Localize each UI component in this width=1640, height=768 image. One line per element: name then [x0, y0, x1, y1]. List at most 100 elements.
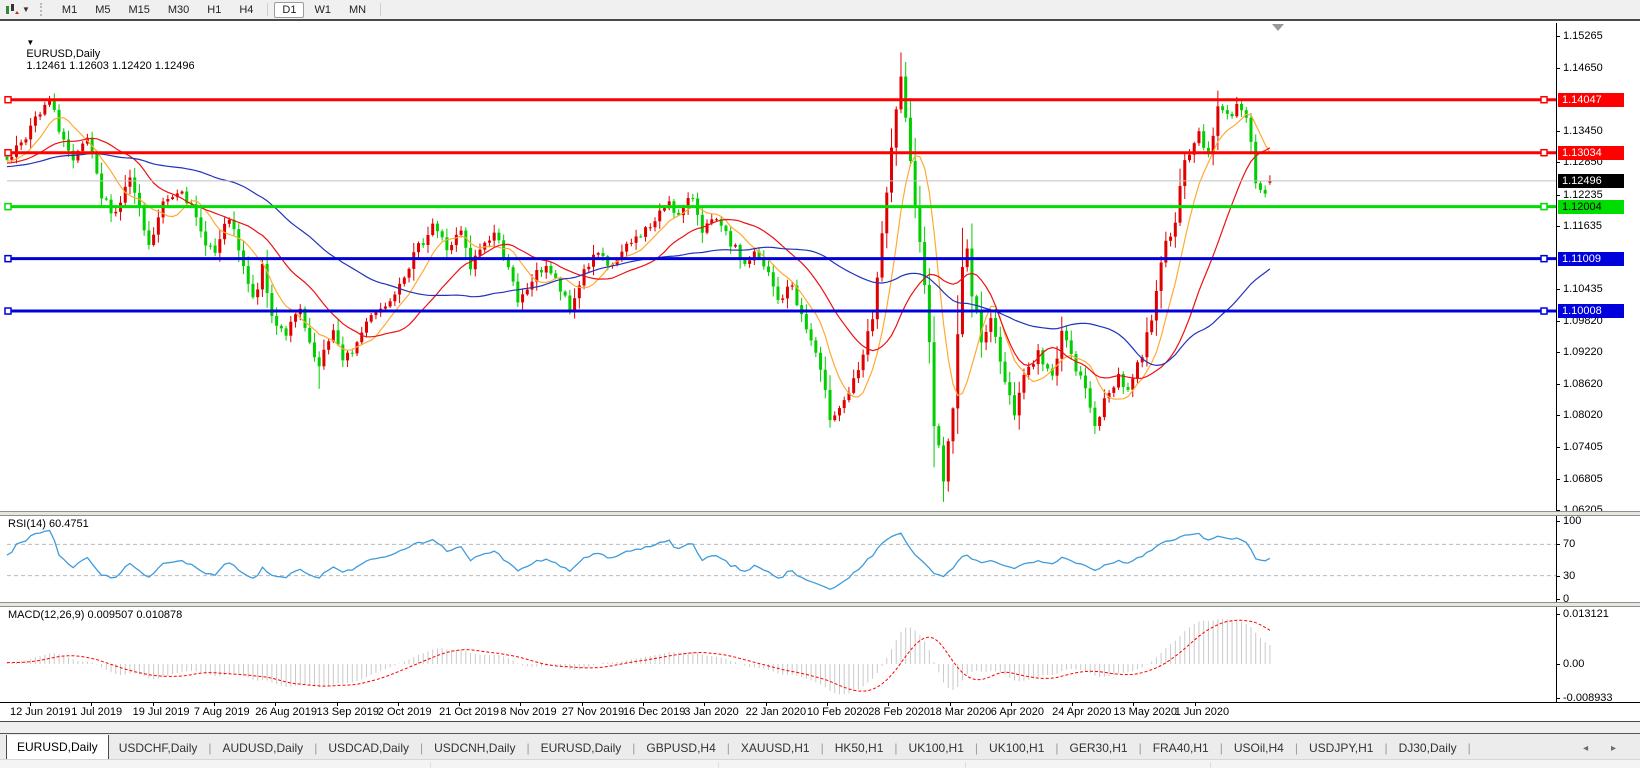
chart-tab-hk50-h1[interactable]: HK50,H1	[825, 737, 894, 760]
price-level-badge[interactable]: 1.12004	[1558, 199, 1624, 214]
price-level-badge[interactable]: 1.10008	[1558, 304, 1624, 319]
date-tick-label: 27 Nov 2019	[561, 706, 625, 718]
strip-mark	[965, 762, 966, 768]
axis-tick-mark	[1556, 697, 1560, 699]
chart-tab-eurusd-daily[interactable]: EURUSD,Daily	[531, 737, 632, 760]
periods-dropdown-icon[interactable]: ▼	[22, 5, 30, 14]
chart-dropdown-icon[interactable]: ▼	[26, 38, 34, 47]
chart-tab-usdcnh-daily[interactable]: USDCNH,Daily	[424, 737, 525, 760]
price-tick-label: 1.15265	[1563, 30, 1603, 42]
price-level-badge[interactable]: 1.14047	[1558, 92, 1624, 107]
timeframe-button-m5[interactable]: M5	[87, 2, 118, 18]
date-tick-label: 8 Nov 2019	[500, 706, 557, 718]
chart-tab-dj30-daily[interactable]: DJ30,Daily	[1389, 737, 1467, 760]
axis-tick-mark	[1556, 478, 1560, 480]
chart-tab-eurusd-daily[interactable]: EURUSD,Daily	[6, 735, 109, 760]
pane-separator-rsi[interactable]	[0, 511, 1640, 516]
price-axis-line	[1556, 23, 1557, 702]
chart-tab-usdcad-daily[interactable]: USDCAD,Daily	[318, 737, 419, 760]
price-level-badge[interactable]: 1.11009	[1558, 251, 1624, 266]
axis-tick-mark	[1556, 599, 1560, 600]
date-axis[interactable]: 12 Jun 2019 1 Jul 2019 19 Jul 2019 7 Aug 20…	[0, 702, 1640, 720]
axis-tick-mark	[1556, 130, 1560, 132]
macd-pane	[6, 618, 1271, 695]
chart-tab-usdjpy-h1[interactable]: USDJPY,H1	[1299, 737, 1383, 760]
axis-tick-mark	[1556, 162, 1560, 164]
timeframe-toolbar: ▼ M1 M5 M15 M30 H1 H4 D1 W1 MN	[0, 0, 1640, 19]
tab-separator: |	[1467, 741, 1471, 755]
pane-separator-macd[interactable]	[0, 602, 1640, 607]
rsi-tick-label: 70	[1563, 538, 1576, 551]
chart-tab-audusd-daily[interactable]: AUDUSD,Daily	[213, 737, 314, 760]
price-tick-label: 1.08620	[1563, 377, 1603, 390]
price-tick-label: 1.14650	[1563, 62, 1603, 75]
chart-plot-area[interactable]	[0, 21, 1640, 721]
price-level-badge[interactable]: 1.13034	[1558, 145, 1624, 160]
timeframe-button-m15[interactable]: M15	[120, 2, 157, 18]
tab-scroll-right-icon[interactable]: ▸	[1611, 743, 1626, 754]
date-tick-label: 16 Dec 2019	[623, 706, 686, 718]
rsi-tick-label: 100	[1563, 515, 1582, 527]
timeframe-button-mn[interactable]: MN	[341, 2, 374, 18]
timeframe-button-m1[interactable]: M1	[54, 2, 85, 18]
macd-label: MACD(12,26,9) 0.009507 0.010878	[8, 609, 183, 621]
price-level-badge[interactable]: 1.12496	[1558, 173, 1624, 188]
price-tick-label: 1.13450	[1563, 124, 1603, 137]
rsi-tick-label: 30	[1563, 569, 1576, 582]
date-tick-label: 6 Apr 2020	[990, 706, 1045, 718]
date-tick-label: 1 Jun 2020	[1174, 706, 1230, 718]
price-tick-label: 1.11635	[1563, 219, 1602, 232]
chart-tab-uk100-h1[interactable]: UK100,H1	[899, 737, 974, 760]
shift-marker-icon	[1272, 24, 1284, 31]
axis-tick-mark	[1556, 415, 1560, 417]
date-tick-label: 7 Aug 2019	[193, 706, 250, 718]
price-tick-label: 1.09220	[1563, 346, 1603, 359]
date-tick-label: 24 Apr 2020	[1052, 706, 1112, 718]
timeframe-button-h4[interactable]: H4	[231, 2, 261, 18]
axis-tick-mark	[1556, 575, 1560, 577]
price-tick-label: 1.08020	[1563, 409, 1603, 422]
date-tick-label: 12 Jun 2019	[10, 706, 71, 718]
axis-tick-mark	[1556, 447, 1560, 449]
strip-mark	[718, 762, 719, 768]
axis-tick-mark	[1556, 614, 1560, 616]
date-tick-label: 10 Feb 2020	[806, 706, 869, 718]
chart-window[interactable]: ▼ EURUSD,Daily 1.12461 1.12603 1.12420 1…	[0, 19, 1640, 722]
price-tick-label: 1.06805	[1563, 472, 1603, 485]
axis-tick-mark	[1556, 68, 1560, 70]
date-tick-label: 21 Oct 2019	[439, 706, 500, 718]
chart-title: ▼ EURUSD,Daily 1.12461 1.12603 1.12420 1…	[8, 24, 194, 84]
macd-tick-label: 0.00	[1563, 658, 1585, 670]
chart-symbol-label: EURUSD,Daily	[26, 48, 101, 60]
date-tick-label: 1 Jul 2019	[71, 706, 123, 718]
axis-tick-mark	[1556, 383, 1560, 385]
chart-tab-ger30-h1[interactable]: GER30,H1	[1060, 737, 1138, 760]
chart-tab-usoil-h4[interactable]: USOil,H4	[1224, 737, 1294, 760]
horizontal-levels	[4, 95, 1556, 315]
timeframe-button-h1[interactable]: H1	[199, 2, 229, 18]
chart-tab-fra40-h1[interactable]: FRA40,H1	[1143, 737, 1219, 760]
macd-tick-label: 0.013121	[1563, 608, 1609, 621]
axis-tick-mark	[1556, 194, 1560, 196]
shift-marker	[1272, 24, 1284, 31]
toolbar-separator	[267, 3, 269, 16]
chart-periods-icon[interactable]	[3, 2, 21, 17]
tab-scroll-arrows: ◂ ▸	[1583, 743, 1626, 760]
date-tick-label: 19 Jul 2019	[132, 706, 190, 718]
chart-tab-uk100-h1[interactable]: UK100,H1	[979, 737, 1054, 760]
chart-tab-usdchf-daily[interactable]: USDCHF,Daily	[109, 737, 208, 760]
chart-tab-xauusd-h1[interactable]: XAUUSD,H1	[731, 737, 820, 760]
rsi-label: RSI(14) 60.4751	[8, 518, 89, 530]
timeframe-button-m30[interactable]: M30	[160, 2, 197, 18]
axis-tick-mark	[1556, 664, 1560, 665]
status-strip	[0, 759, 1640, 768]
axis-tick-mark	[1556, 521, 1560, 522]
timeframe-button-w1[interactable]: W1	[306, 2, 339, 18]
timeframe-button-d1[interactable]: D1	[274, 1, 305, 18]
mt4-window: ▼ M1 M5 M15 M30 H1 H4 D1 W1 MN ▼ EURUSD,Daily 1.…	[0, 0, 1640, 768]
ma-8-line	[6, 113, 1271, 400]
chart-tab-gbpusd-h4[interactable]: GBPUSD,H4	[636, 737, 725, 760]
rsi-line	[6, 529, 1271, 591]
axis-tick-mark	[1556, 288, 1560, 290]
tab-scroll-left-icon[interactable]: ◂	[1583, 743, 1598, 754]
